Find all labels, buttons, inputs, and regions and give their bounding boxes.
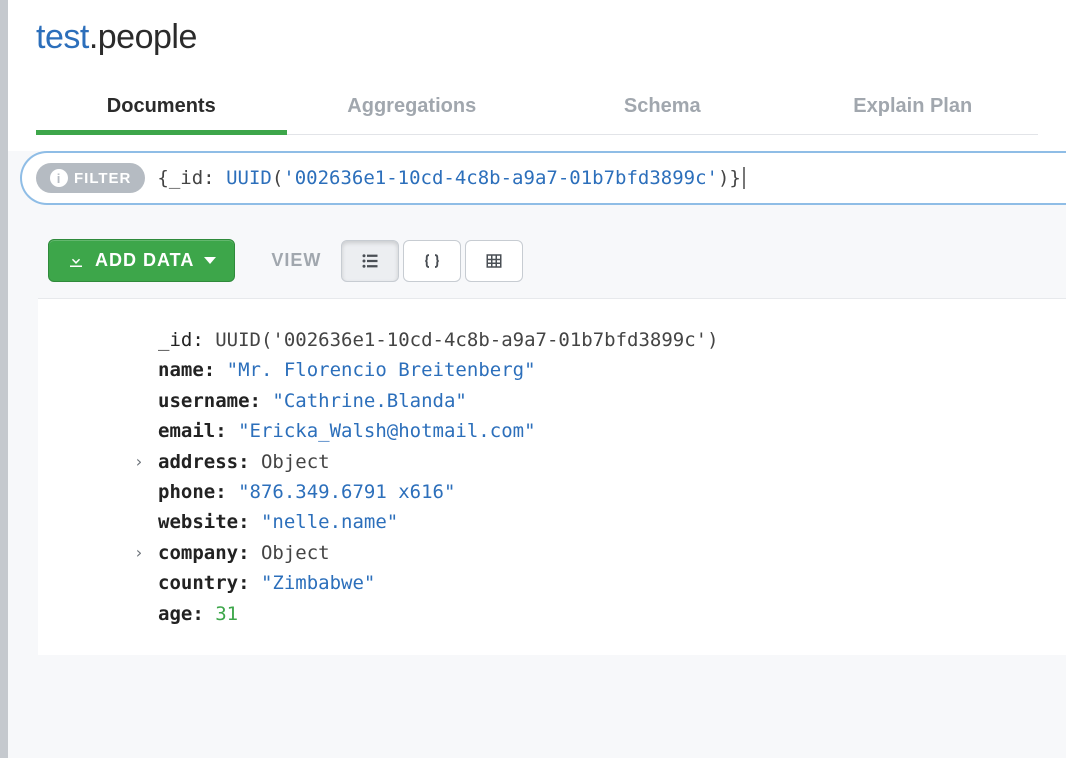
field-colon: :: [238, 542, 261, 564]
namespace-title: test.people: [36, 18, 1038, 57]
field-key: company: [158, 542, 238, 564]
info-icon: i: [50, 169, 68, 187]
filter-badge-label: FILTER: [74, 170, 131, 187]
field-colon: :: [192, 603, 215, 625]
namespace-dot: .: [89, 18, 98, 56]
download-icon: [67, 252, 85, 270]
field-key: website: [158, 511, 238, 533]
field-colon: :: [238, 451, 261, 473]
tab-aggregations[interactable]: Aggregations: [287, 81, 538, 134]
field-colon: :: [250, 390, 273, 412]
filter-bar[interactable]: i FILTER {_id: UUID('002636e1-10cd-4c8b-…: [20, 151, 1066, 205]
add-data-button[interactable]: ADD DATA: [48, 239, 235, 282]
field-value[interactable]: "876.349.6791 x616": [238, 481, 455, 503]
filter-query-input[interactable]: {_id: UUID('002636e1-10cd-4c8b-a9a7-01b7…: [157, 167, 744, 190]
field-value[interactable]: 31: [215, 603, 238, 625]
workspace: i FILTER {_id: UUID('002636e1-10cd-4c8b-…: [8, 151, 1066, 655]
field-value[interactable]: "Cathrine.Blanda": [272, 390, 466, 412]
field-value[interactable]: "nelle.name": [261, 511, 398, 533]
namespace-collection: people: [98, 18, 197, 56]
braces-icon: [421, 252, 443, 270]
field-key: name: [158, 359, 204, 381]
filter-paren-open: (: [272, 167, 283, 189]
tab-schema[interactable]: Schema: [537, 81, 788, 134]
field-value[interactable]: "Zimbabwe": [261, 572, 375, 594]
field-key: country: [158, 572, 238, 594]
chevron-down-icon: [204, 257, 216, 264]
tab-documents[interactable]: Documents: [36, 81, 287, 134]
document-field-row: username: "Cathrine.Blanda": [158, 386, 1046, 416]
field-colon: :: [238, 511, 261, 533]
field-key: age: [158, 603, 192, 625]
left-gutter: [0, 0, 8, 758]
field-colon: :: [215, 481, 238, 503]
expand-toggle-icon[interactable]: ›: [134, 449, 144, 475]
document-field-row: _id: UUID('002636e1-10cd-4c8b-a9a7-01b7b…: [158, 325, 1046, 355]
field-value[interactable]: Object: [261, 451, 330, 473]
view-table-button[interactable]: [465, 240, 523, 282]
document-field-row: country: "Zimbabwe": [158, 568, 1046, 598]
filter-str: '002636e1-10cd-4c8b-a9a7-01b7bfd3899c': [283, 167, 718, 189]
namespace-db: test: [36, 18, 89, 56]
field-value[interactable]: "Ericka_Walsh@hotmail.com": [238, 420, 535, 442]
tabs: Documents Aggregations Schema Explain Pl…: [36, 81, 1038, 135]
view-json-button[interactable]: [403, 240, 461, 282]
field-value[interactable]: "Mr. Florencio Breitenberg": [227, 359, 536, 381]
list-icon: [359, 252, 381, 270]
filter-brace-open: {: [157, 167, 168, 189]
filter-brace-close: }: [729, 167, 740, 189]
tab-explain-plan[interactable]: Explain Plan: [788, 81, 1039, 134]
filter-badge[interactable]: i FILTER: [36, 163, 145, 193]
text-cursor: [743, 167, 745, 189]
field-key: email: [158, 420, 215, 442]
field-colon: :: [204, 359, 227, 381]
field-value[interactable]: UUID('002636e1-10cd-4c8b-a9a7-01b7bfd389…: [215, 329, 718, 351]
expand-toggle-icon[interactable]: ›: [134, 540, 144, 566]
document-field-row: email: "Ericka_Walsh@hotmail.com": [158, 416, 1046, 446]
top-bar: test.people Documents Aggregations Schem…: [8, 0, 1066, 135]
field-colon: :: [215, 420, 238, 442]
view-label: VIEW: [271, 250, 321, 271]
field-value[interactable]: Object: [261, 542, 330, 564]
add-data-label: ADD DATA: [95, 250, 194, 271]
filter-func: UUID: [226, 167, 272, 189]
table-icon: [483, 252, 505, 270]
filter-sep: :: [203, 167, 226, 189]
document-field-row: website: "nelle.name": [158, 507, 1046, 537]
document-field-row: age: 31: [158, 599, 1046, 629]
document-card: _id: UUID('002636e1-10cd-4c8b-a9a7-01b7b…: [38, 298, 1066, 655]
field-key: phone: [158, 481, 215, 503]
document-field-row: ›address: Object: [158, 447, 1046, 477]
field-key: address: [158, 451, 238, 473]
view-list-button[interactable]: [341, 240, 399, 282]
page-content: test.people Documents Aggregations Schem…: [8, 0, 1066, 655]
document-field-row: phone: "876.349.6791 x616": [158, 477, 1046, 507]
filter-paren-close: ): [718, 167, 729, 189]
view-mode-group: [341, 240, 523, 282]
field-colon: :: [238, 572, 261, 594]
field-colon: :: [192, 329, 215, 351]
filter-key: _id: [169, 167, 203, 189]
field-key: _id: [158, 329, 192, 351]
document-field-row: name: "Mr. Florencio Breitenberg": [158, 355, 1046, 385]
field-key: username: [158, 390, 250, 412]
document-field-row: ›company: Object: [158, 538, 1046, 568]
toolbar: ADD DATA VIEW: [8, 215, 1066, 298]
